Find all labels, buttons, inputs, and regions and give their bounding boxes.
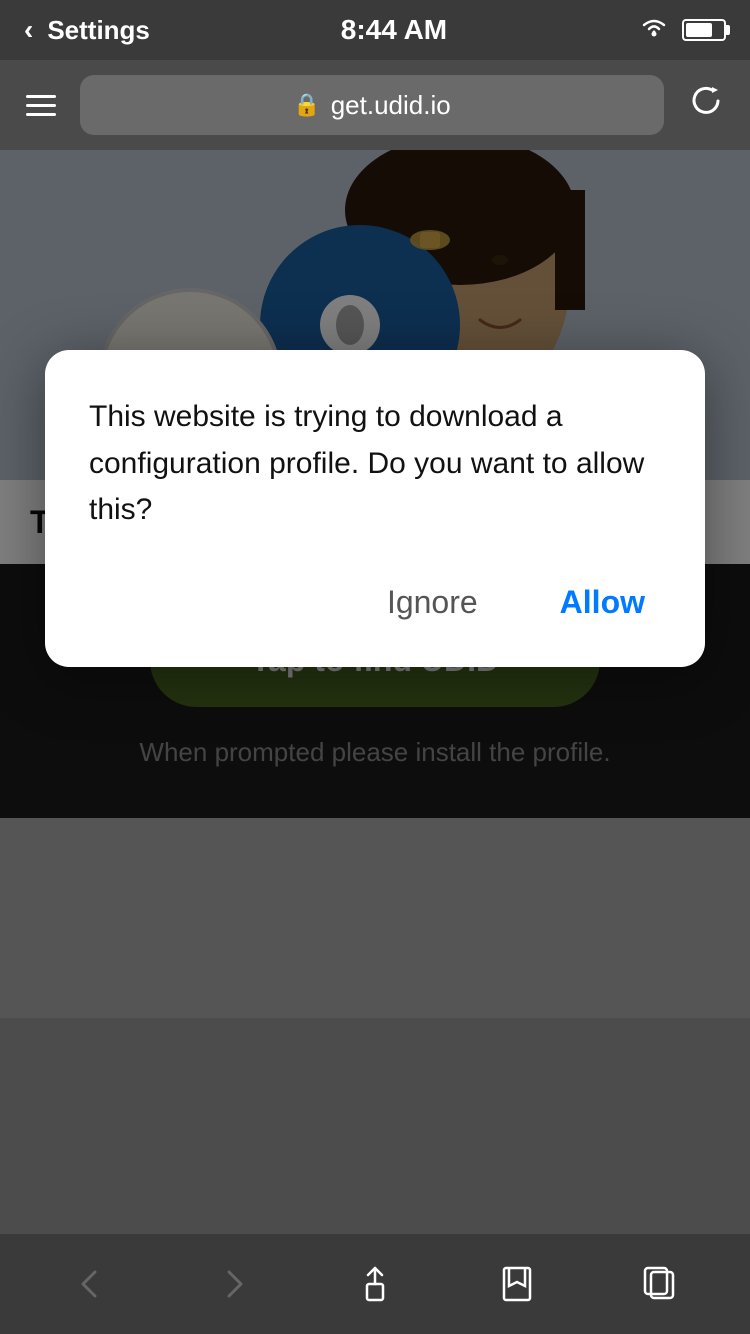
status-bar: ‹ Settings 8:44 AM	[0, 0, 750, 60]
back-button[interactable]	[51, 1254, 131, 1314]
hamburger-line-2	[26, 104, 56, 107]
ignore-button[interactable]: Ignore	[371, 574, 494, 631]
allow-button[interactable]: Allow	[544, 574, 661, 631]
status-time: 8:44 AM	[341, 14, 447, 46]
bookmarks-button[interactable]	[477, 1254, 557, 1314]
wifi-icon	[638, 15, 670, 46]
browser-bar: 🔒 get.udid.io	[0, 60, 750, 150]
hamburger-menu[interactable]	[18, 87, 64, 124]
dialog-overlay: This website is trying to download a con…	[0, 150, 750, 1334]
lock-icon: 🔒	[293, 92, 320, 118]
bottom-nav	[0, 1234, 750, 1334]
dialog-message: This website is trying to download a con…	[89, 394, 661, 534]
forward-button[interactable]	[193, 1254, 273, 1314]
hamburger-line-3	[26, 113, 56, 116]
config-profile-dialog: This website is trying to download a con…	[45, 350, 705, 667]
tabs-button[interactable]	[619, 1254, 699, 1314]
settings-label[interactable]: Settings	[47, 15, 150, 46]
back-to-settings[interactable]: ‹	[24, 14, 33, 46]
battery-icon	[682, 19, 726, 41]
url-text: get.udid.io	[331, 90, 451, 121]
refresh-button[interactable]	[680, 75, 732, 135]
share-button[interactable]	[335, 1254, 415, 1314]
status-bar-right	[638, 15, 726, 46]
dialog-buttons: Ignore Allow	[89, 574, 661, 631]
page-content: The cost of hearing aids in Pune Tap to …	[0, 150, 750, 1334]
hamburger-line-1	[26, 95, 56, 98]
status-bar-left: ‹ Settings	[24, 14, 150, 46]
url-bar[interactable]: 🔒 get.udid.io	[80, 75, 664, 135]
